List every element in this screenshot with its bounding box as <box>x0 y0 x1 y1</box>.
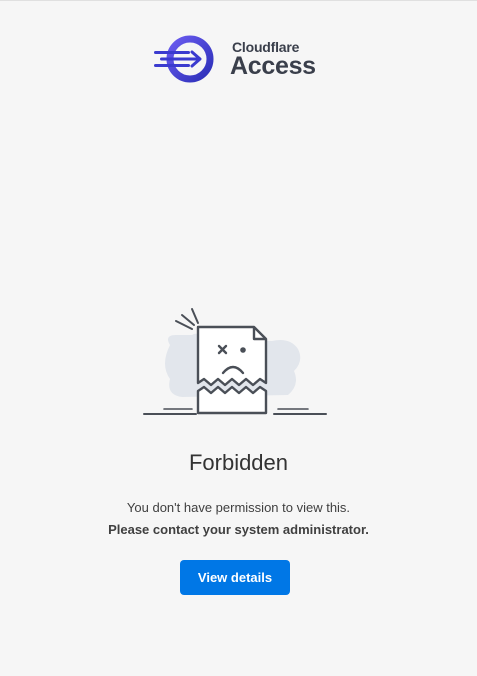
broken-document-sad-face-icon <box>143 308 327 415</box>
error-instruction: Please contact your system administrator… <box>108 522 369 537</box>
error-message: You don't have permission to view this. <box>126 500 351 515</box>
error-title: Forbidden <box>188 450 289 475</box>
view-details-button[interactable]: View details <box>180 560 290 595</box>
cloudflare-access-logo: Cloudflare Access <box>152 33 322 85</box>
logo-product-name: Access <box>230 52 316 80</box>
access-error-page: Cloudflare Access Forbidden You don't ha… <box>0 0 477 676</box>
cloudflare-access-logo-icon <box>154 35 214 83</box>
